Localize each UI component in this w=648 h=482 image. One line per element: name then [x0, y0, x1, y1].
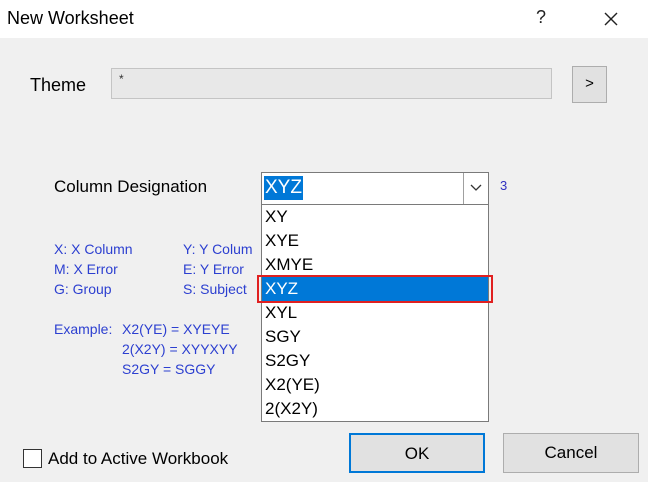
- column-designation-dropdown-list: XY XYE XMYE XYZ XYL SGY S2GY X2(YE) 2(X2…: [261, 204, 489, 422]
- dialog-title: New Worksheet: [7, 8, 134, 28]
- example-label: Example:: [54, 321, 113, 337]
- theme-value: *: [119, 72, 124, 86]
- dropdown-option-xmye[interactable]: XMYE: [262, 253, 488, 277]
- dropdown-option-xyz[interactable]: XYZ: [262, 277, 488, 301]
- close-button[interactable]: [600, 8, 624, 30]
- close-icon: [604, 12, 618, 26]
- dropdown-option-s2gy[interactable]: S2GY: [262, 349, 488, 373]
- column-designation-label: Column Designation: [54, 177, 208, 196]
- new-worksheet-dialog: New Worksheet ? Theme * > Column Designa…: [0, 0, 648, 482]
- example-text: X2(YE) = XYEYE 2(X2Y) = XYYXYY S2GY = SG…: [122, 321, 238, 377]
- add-to-workbook-checkbox[interactable]: [23, 449, 42, 468]
- chevron-down-icon: [470, 184, 482, 191]
- title-bar: New Worksheet ?: [0, 0, 648, 38]
- dropdown-toggle[interactable]: [463, 173, 488, 204]
- dropdown-option-x2ye[interactable]: X2(YE): [262, 373, 488, 397]
- dropdown-option-xyl[interactable]: XYL: [262, 301, 488, 325]
- theme-browse-button[interactable]: >: [572, 66, 607, 103]
- cancel-button[interactable]: Cancel: [503, 433, 639, 473]
- theme-label: Theme: [30, 75, 87, 95]
- column-count: 3: [500, 178, 508, 193]
- theme-field[interactable]: *: [111, 68, 552, 99]
- add-to-workbook-label: Add to Active Workbook: [48, 449, 229, 468]
- legend-column-2: Y: Y Colum E: Y Error S: Subject: [183, 241, 253, 297]
- dropdown-option-xy[interactable]: XY: [262, 205, 488, 229]
- legend-column-1: X: X Column M: X Error G: Group: [54, 241, 133, 297]
- column-designation-combobox[interactable]: XYZ: [261, 172, 489, 205]
- help-button[interactable]: ?: [536, 7, 546, 28]
- ok-button[interactable]: OK: [349, 433, 485, 473]
- dropdown-option-2x2y[interactable]: 2(X2Y): [262, 397, 488, 421]
- dropdown-option-xye[interactable]: XYE: [262, 229, 488, 253]
- dropdown-option-sgy[interactable]: SGY: [262, 325, 488, 349]
- column-designation-value: XYZ: [264, 176, 303, 200]
